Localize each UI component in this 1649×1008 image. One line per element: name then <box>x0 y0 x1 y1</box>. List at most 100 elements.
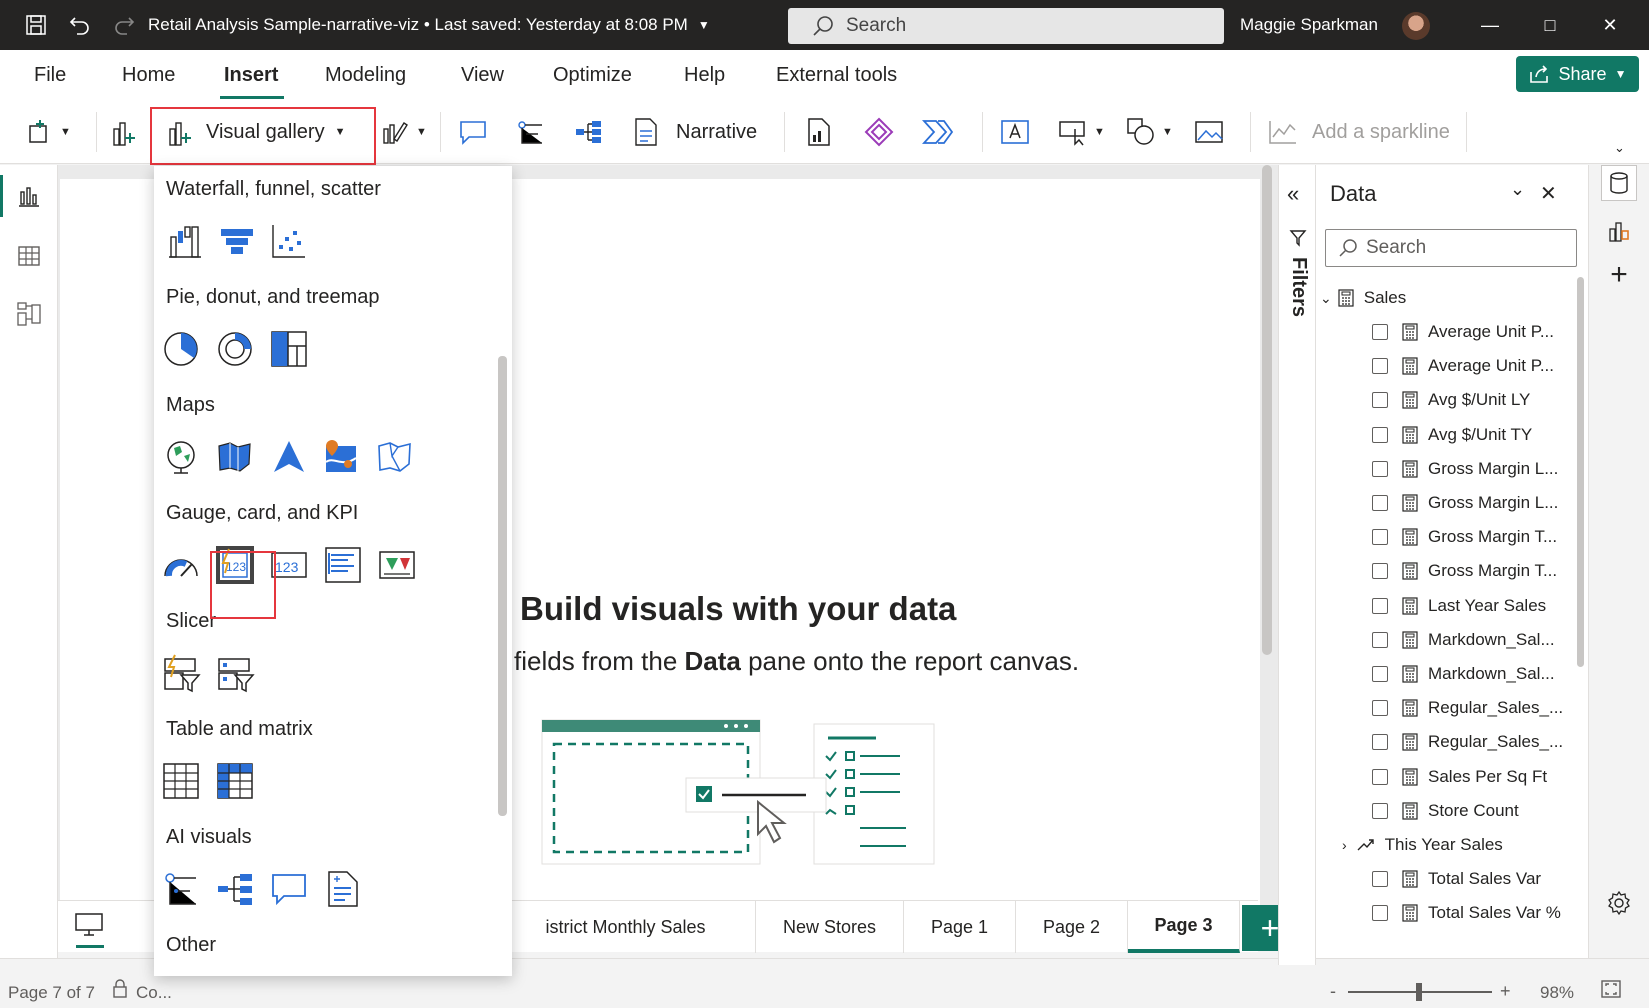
tab-modeling[interactable]: Modeling <box>325 64 406 87</box>
key-influencers-button[interactable] <box>516 114 546 150</box>
new-page-button[interactable]: ▼ <box>26 114 71 150</box>
collapse-pane-icon[interactable]: ⌄ <box>1510 179 1525 200</box>
gauge-icon[interactable] <box>160 544 202 586</box>
field-checkbox[interactable] <box>1372 563 1388 580</box>
field-checkbox[interactable] <box>1372 495 1388 511</box>
sensitivity-label[interactable]: Co... <box>136 983 172 1003</box>
field-item[interactable]: Gross Margin L... <box>1316 452 1576 486</box>
add-pane-icon[interactable]: + <box>1601 257 1637 293</box>
page-tab[interactable]: New Stores <box>756 901 904 953</box>
report-view-icon[interactable] <box>14 181 44 211</box>
filters-pane[interactable]: « Filters <box>1278 165 1316 965</box>
zoom-level[interactable]: 98% <box>1540 983 1574 1003</box>
field-item[interactable]: Avg $/Unit LY <box>1316 383 1576 417</box>
power-automate-button[interactable] <box>922 114 954 150</box>
table-view-icon[interactable] <box>14 241 44 271</box>
close-icon[interactable]: ✕ <box>1580 0 1640 50</box>
tab-file[interactable]: File <box>34 64 66 87</box>
field-checkbox[interactable] <box>1372 871 1388 888</box>
treemap-icon[interactable] <box>268 328 310 370</box>
field-checkbox[interactable] <box>1372 460 1388 477</box>
chevron-down-icon[interactable]: ⌄ <box>1320 290 1332 307</box>
power-apps-button[interactable] <box>864 114 894 150</box>
user-name[interactable]: Maggie Sparkman <box>1240 15 1378 35</box>
model-view-icon[interactable] <box>14 299 44 329</box>
gallery-scrollbar[interactable] <box>498 356 507 816</box>
canvas-vertical-scrollbar[interactable] <box>1262 165 1272 655</box>
undo-icon[interactable] <box>60 0 100 50</box>
tab-optimize[interactable]: Optimize <box>553 64 632 87</box>
visualizations-pane-icon[interactable] <box>1601 213 1637 249</box>
shape-map-icon[interactable] <box>374 436 416 478</box>
field-item[interactable]: Average Unit P... <box>1316 349 1576 383</box>
table-icon[interactable] <box>160 760 202 802</box>
zoom-in-button[interactable]: + <box>1500 981 1511 1002</box>
image-button[interactable] <box>1194 114 1224 150</box>
field-checkbox[interactable] <box>1372 426 1388 443</box>
fit-to-page-icon[interactable] <box>1600 979 1622 1004</box>
matrix-icon[interactable] <box>214 760 256 802</box>
close-pane-icon[interactable]: ✕ <box>1540 181 1557 206</box>
pie-chart-icon[interactable] <box>160 328 202 370</box>
buttons-dropdown[interactable]: ▼ <box>1058 114 1105 150</box>
field-checkbox[interactable] <box>1372 905 1388 922</box>
zoom-slider[interactable] <box>1348 983 1492 1001</box>
slicer-icon[interactable] <box>214 652 256 694</box>
page-tab[interactable]: Page 2 <box>1016 901 1128 953</box>
minimize-icon[interactable]: — <box>1460 0 1520 50</box>
chevron-down-icon[interactable]: ▼ <box>698 18 710 32</box>
page-tab[interactable]: istrict Monthly Sales <box>496 901 756 953</box>
tab-view[interactable]: View <box>461 64 504 87</box>
decomposition-tree-icon[interactable] <box>214 868 256 910</box>
arcgis-map-icon[interactable] <box>320 436 362 478</box>
data-pane-icon[interactable] <box>1601 165 1637 201</box>
tab-help[interactable]: Help <box>684 64 725 87</box>
key-influencers-icon[interactable] <box>160 868 202 910</box>
qna-icon[interactable] <box>268 868 310 910</box>
narrative-button[interactable]: Narrative <box>632 114 757 150</box>
field-checkbox[interactable] <box>1372 802 1388 819</box>
zoom-slider-thumb[interactable] <box>1416 983 1422 1001</box>
text-box-button[interactable] <box>1000 114 1030 150</box>
field-item[interactable]: Sales Per Sq Ft <box>1316 760 1576 794</box>
new-slicer-icon[interactable] <box>160 652 202 694</box>
table-node-sales[interactable]: ⌄ Sales <box>1316 281 1576 315</box>
field-item[interactable]: Total Sales Var % <box>1316 896 1576 930</box>
field-item[interactable]: Last Year Sales <box>1316 589 1576 623</box>
field-item[interactable]: Average Unit P... <box>1316 315 1576 349</box>
kpi-icon[interactable] <box>376 544 418 586</box>
field-item[interactable]: Gross Margin T... <box>1316 520 1576 554</box>
field-item[interactable]: Avg $/Unit TY <box>1316 418 1576 452</box>
collapse-ribbon-button[interactable]: ⌄ <box>1614 130 1625 166</box>
data-search-input[interactable]: Search <box>1325 229 1577 267</box>
shapes-dropdown[interactable]: ▼ <box>1126 114 1173 150</box>
field-checkbox[interactable] <box>1372 358 1388 375</box>
title-search-box[interactable]: Search <box>788 8 1224 44</box>
qna-button[interactable] <box>458 114 488 150</box>
maximize-icon[interactable]: □ <box>1520 0 1580 50</box>
field-checkbox[interactable] <box>1372 734 1388 751</box>
field-checkbox[interactable] <box>1372 597 1388 614</box>
avatar[interactable] <box>1402 12 1430 40</box>
page-tab[interactable]: Page 1 <box>904 901 1016 953</box>
decomposition-tree-button[interactable] <box>574 114 604 150</box>
field-checkbox[interactable] <box>1372 666 1388 682</box>
new-visual-button[interactable] <box>110 114 138 150</box>
save-icon[interactable] <box>16 0 56 50</box>
desktop-layout-icon[interactable] <box>74 911 106 948</box>
field-checkbox[interactable] <box>1372 768 1388 785</box>
field-item[interactable]: Markdown_Sal... <box>1316 657 1576 691</box>
field-item[interactable]: Gross Margin L... <box>1316 486 1576 520</box>
paginated-report-button[interactable] <box>806 114 832 150</box>
azure-map-icon[interactable] <box>268 436 310 478</box>
field-group[interactable]: › This Year Sales <box>1316 828 1576 862</box>
page-tab-active[interactable]: Page 3 <box>1128 901 1240 953</box>
globe-map-icon[interactable] <box>160 436 202 478</box>
report-title[interactable]: Retail Analysis Sample-narrative-viz • L… <box>148 15 688 35</box>
field-checkbox[interactable] <box>1372 324 1388 340</box>
smart-narrative-icon[interactable] <box>322 868 364 910</box>
field-item[interactable]: Store Count <box>1316 794 1576 828</box>
add-sparkline-button[interactable]: Add a sparkline <box>1268 114 1450 150</box>
buttons-button[interactable]: ▼ <box>380 114 427 150</box>
field-item[interactable]: Regular_Sales_... <box>1316 691 1576 725</box>
